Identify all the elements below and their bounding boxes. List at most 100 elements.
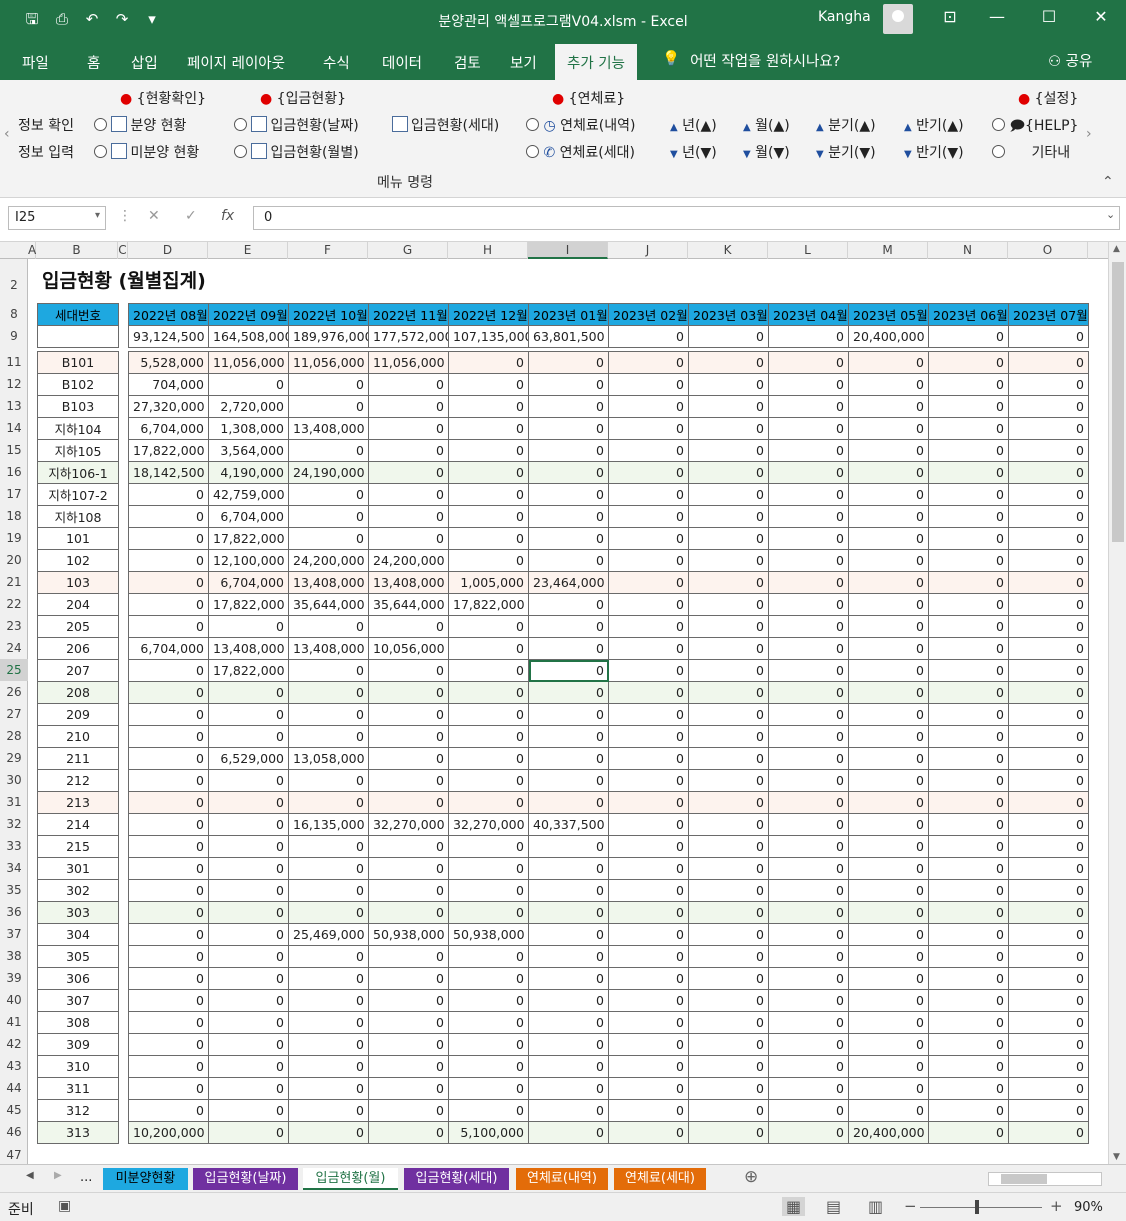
amount-cell[interactable]: 0 <box>288 835 369 858</box>
amount-cell[interactable]: 0 <box>448 879 529 902</box>
amount-cell[interactable]: 0 <box>848 505 929 528</box>
spacer-cell[interactable] <box>118 615 129 638</box>
amount-cell[interactable]: 0 <box>608 835 689 858</box>
spacer-cell[interactable] <box>118 1099 129 1122</box>
spacer-cell[interactable] <box>118 505 129 528</box>
amount-cell[interactable]: 0 <box>528 879 609 902</box>
row-header[interactable]: 14 <box>0 417 28 439</box>
amount-cell[interactable]: 0 <box>208 1055 289 1078</box>
chevron-down-icon[interactable]: ▾ <box>95 210 100 221</box>
unit-number-cell[interactable]: 지하104 <box>37 417 119 440</box>
amount-cell[interactable]: 17,822,000 <box>208 593 289 616</box>
spacer-cell[interactable] <box>118 461 129 484</box>
unit-number-cell[interactable]: 302 <box>37 879 119 902</box>
row-header[interactable]: 24 <box>0 637 28 659</box>
amount-cell[interactable]: 0 <box>528 945 609 968</box>
amount-cell[interactable]: 0 <box>848 1099 929 1122</box>
amount-cell[interactable]: 0 <box>208 945 289 968</box>
amount-cell[interactable]: 0 <box>688 1121 769 1144</box>
amount-cell[interactable]: 0 <box>208 813 289 836</box>
amount-cell[interactable]: 0 <box>688 879 769 902</box>
amount-cell[interactable]: 0 <box>928 769 1009 792</box>
amount-cell[interactable]: 0 <box>448 1099 529 1122</box>
amount-cell[interactable]: 0 <box>128 549 209 572</box>
amount-cell[interactable]: 0 <box>368 1077 449 1100</box>
tab-scroll-left-icon[interactable]: ◀ <box>26 1170 34 1181</box>
amount-cell[interactable]: 0 <box>1008 989 1089 1012</box>
month-header[interactable]: 2022년 11월 <box>368 303 449 326</box>
amount-cell[interactable]: 0 <box>448 505 529 528</box>
amount-cell[interactable]: 0 <box>448 527 529 550</box>
amount-cell[interactable]: 0 <box>448 439 529 462</box>
unsold-status-button[interactable]: 미분양 현황 <box>94 142 199 162</box>
amount-cell[interactable]: 0 <box>368 659 449 682</box>
tell-me-box[interactable]: 💡 어떤 작업을 원하시나요? <box>662 50 840 71</box>
row-header[interactable]: 8 <box>0 303 28 325</box>
unit-number-cell[interactable]: 306 <box>37 967 119 990</box>
column-header-m[interactable]: M <box>848 242 928 259</box>
amount-cell[interactable]: 0 <box>448 901 529 924</box>
amount-cell[interactable]: 0 <box>368 417 449 440</box>
amount-cell[interactable]: 0 <box>688 505 769 528</box>
row-header[interactable]: 28 <box>0 725 28 747</box>
month-header[interactable]: 2023년 03월 <box>688 303 769 326</box>
row-header[interactable]: 37 <box>0 923 28 945</box>
sheet-tab[interactable]: 입금현황(날짜) <box>193 1168 298 1190</box>
month-header[interactable]: 2022년 10월 <box>288 303 369 326</box>
amount-cell[interactable]: 17,822,000 <box>448 593 529 616</box>
amount-cell[interactable]: 0 <box>848 615 929 638</box>
row-header[interactable]: 22 <box>0 593 28 615</box>
tab-review[interactable]: 검토 <box>454 52 481 73</box>
quarter-down-button[interactable]: ▼ 분기(▼) <box>816 142 876 162</box>
unit-number-cell[interactable]: 301 <box>37 857 119 880</box>
amount-cell[interactable]: 0 <box>1008 373 1089 396</box>
amount-cell[interactable]: 0 <box>528 989 609 1012</box>
amount-cell[interactable]: 0 <box>368 1099 449 1122</box>
amount-cell[interactable]: 0 <box>608 1055 689 1078</box>
insert-function-icon[interactable]: fx <box>221 208 234 224</box>
row-header[interactable]: 40 <box>0 989 28 1011</box>
amount-cell[interactable]: 5,100,000 <box>448 1121 529 1144</box>
amount-cell[interactable]: 0 <box>928 1033 1009 1056</box>
amount-cell[interactable]: 0 <box>208 703 289 726</box>
amount-cell[interactable]: 0 <box>368 373 449 396</box>
unit-number-cell[interactable]: 308 <box>37 1011 119 1034</box>
amount-cell[interactable]: 0 <box>928 945 1009 968</box>
amount-cell[interactable]: 0 <box>208 769 289 792</box>
amount-cell[interactable]: 0 <box>1008 439 1089 462</box>
amount-cell[interactable]: 0 <box>528 417 609 440</box>
spacer-cell[interactable] <box>118 659 129 682</box>
amount-cell[interactable]: 0 <box>128 1077 209 1100</box>
amount-cell[interactable]: 0 <box>928 1055 1009 1078</box>
amount-cell[interactable]: 0 <box>848 527 929 550</box>
amount-cell[interactable]: 0 <box>848 1033 929 1056</box>
amount-cell[interactable]: 0 <box>688 549 769 572</box>
amount-cell[interactable]: 0 <box>768 571 849 594</box>
amount-cell[interactable]: 0 <box>768 769 849 792</box>
unit-number-cell[interactable]: 지하108 <box>37 505 119 528</box>
amount-cell[interactable]: 0 <box>928 483 1009 506</box>
amount-cell[interactable]: 0 <box>1008 747 1089 770</box>
amount-cell[interactable]: 0 <box>848 483 929 506</box>
row-header[interactable]: 18 <box>0 505 28 527</box>
amount-cell[interactable]: 0 <box>368 989 449 1012</box>
amount-cell[interactable]: 0 <box>848 1011 929 1034</box>
quarter-up-button[interactable]: ▲ 분기(▲) <box>816 115 876 135</box>
month-header[interactable]: 2023년 07월 <box>1008 303 1089 326</box>
unit-number-cell[interactable]: 215 <box>37 835 119 858</box>
amount-cell[interactable]: 0 <box>448 373 529 396</box>
column-header-d[interactable]: D <box>128 242 208 259</box>
amount-cell[interactable]: 0 <box>448 769 529 792</box>
late-list-button[interactable]: ◷ 연체료(내역) <box>526 115 635 135</box>
amount-cell[interactable]: 0 <box>1008 967 1089 990</box>
amount-cell[interactable]: 0 <box>768 791 849 814</box>
amount-cell[interactable]: 0 <box>768 1121 849 1144</box>
amount-cell[interactable]: 0 <box>768 1077 849 1100</box>
spacer-cell[interactable] <box>118 483 129 506</box>
amount-cell[interactable]: 0 <box>928 571 1009 594</box>
amount-cell[interactable]: 0 <box>528 725 609 748</box>
amount-cell[interactable]: 0 <box>688 901 769 924</box>
maximize-icon[interactable]: ☐ <box>1034 7 1064 26</box>
amount-cell[interactable]: 0 <box>288 1077 369 1100</box>
amount-cell[interactable]: 0 <box>768 857 849 880</box>
